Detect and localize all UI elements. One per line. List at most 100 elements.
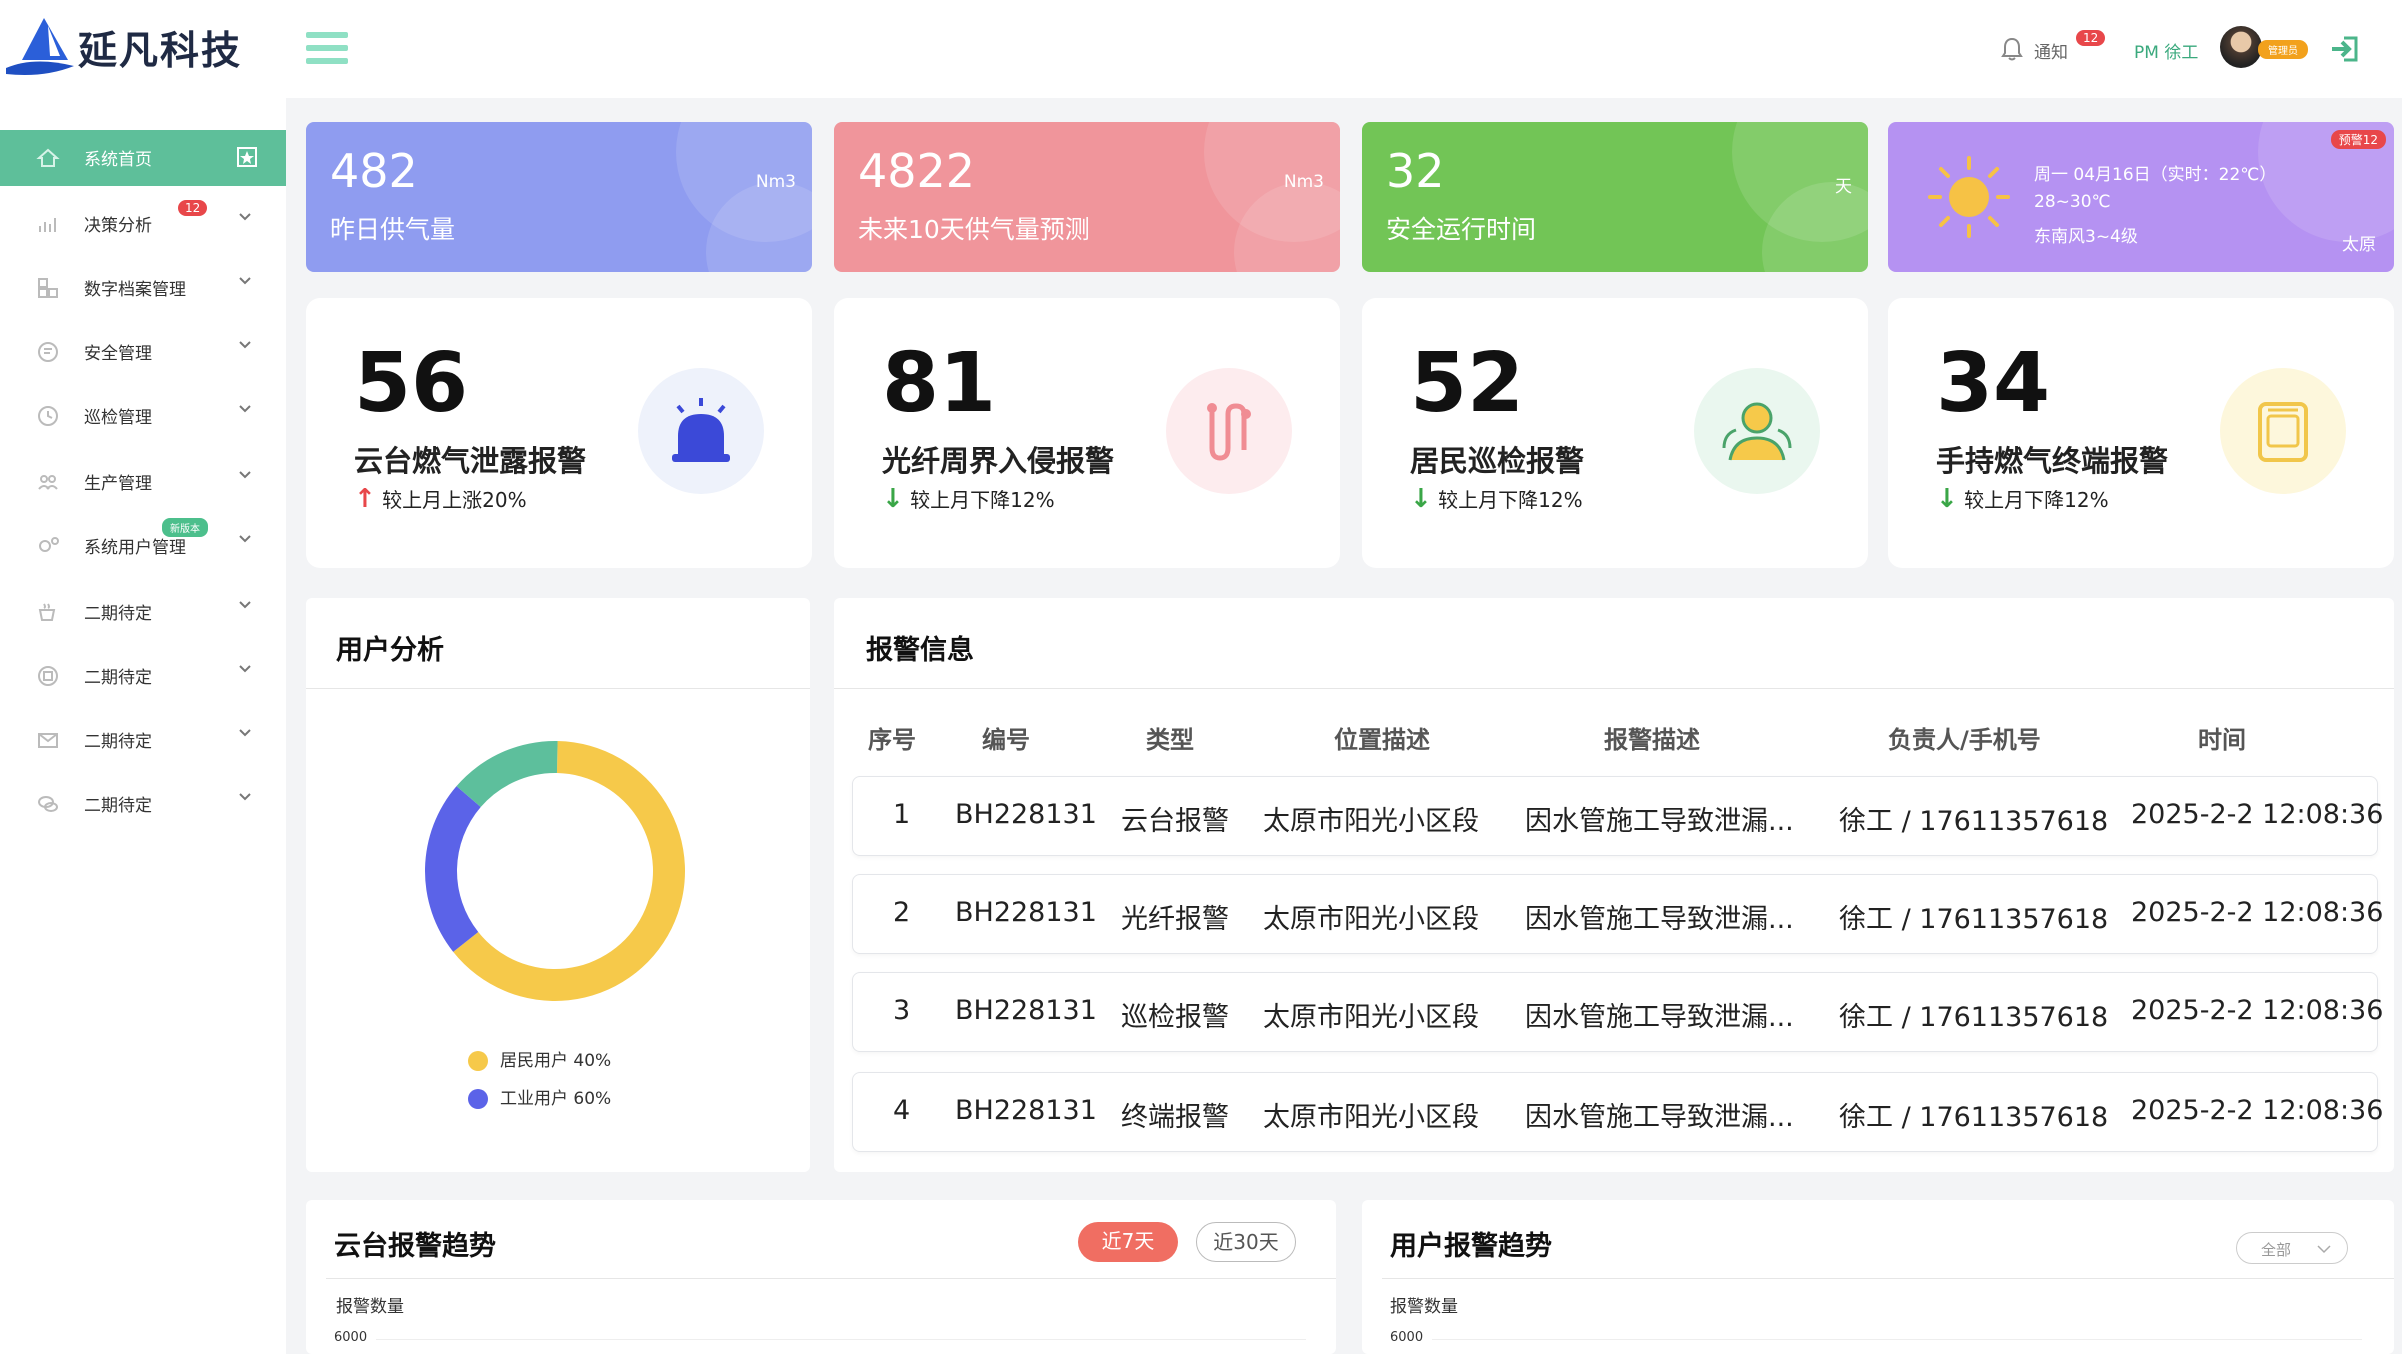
cell-location: 太原市阳光小区段 bbox=[1263, 806, 1479, 837]
stat-value: 482 bbox=[330, 144, 418, 198]
cell-code: BH228131 bbox=[955, 799, 1097, 830]
avatar[interactable] bbox=[2220, 26, 2262, 68]
logout-icon[interactable] bbox=[2330, 36, 2360, 62]
sidebar-item-decision[interactable]: 决策分析 12 bbox=[0, 196, 286, 252]
alarm-trend: ↑ 较上月上涨20% bbox=[354, 484, 527, 514]
table-row[interactable]: 2 BH228131 光纤报警 太原市阳光小区段 因水管施工导致泄漏... 徐工… bbox=[852, 874, 2383, 954]
icon-circle bbox=[1166, 368, 1292, 494]
cell-description: 因水管施工导致泄漏... bbox=[1525, 806, 1794, 837]
chart-icon bbox=[39, 218, 56, 232]
cell-time: 2025-2-2 12:08:36 bbox=[2131, 799, 2384, 830]
alarm-trend: ↓ 较上月下降12% bbox=[1410, 484, 1583, 514]
sidebar-item-label: 数字档案管理 bbox=[84, 280, 186, 300]
range-7-days-button[interactable]: 近7天 bbox=[1078, 1222, 1178, 1262]
cell-location: 太原市阳光小区段 bbox=[1263, 904, 1479, 935]
cell-type: 终端报警 bbox=[1121, 1102, 1229, 1133]
panel-title: 报警信息 bbox=[866, 635, 974, 666]
weather-temp: 28~30℃ bbox=[2034, 192, 2111, 212]
stat-unit: Nm3 bbox=[755, 172, 796, 192]
divider bbox=[326, 1278, 1336, 1279]
resident-icon bbox=[1722, 402, 1792, 461]
icon-circle bbox=[1694, 368, 1820, 494]
legend-dot bbox=[468, 1089, 488, 1109]
stat-card-safe-days[interactable]: 32 安全运行时间 天 bbox=[1362, 122, 1868, 272]
sidebar-item-label: 二期待定 bbox=[84, 796, 152, 816]
pin-icon[interactable] bbox=[236, 146, 258, 168]
notify-label[interactable]: 通知 bbox=[2034, 38, 2068, 63]
chevron-down-icon bbox=[239, 471, 251, 479]
legend-item-resident: 居民用户 40% bbox=[468, 1046, 611, 1071]
sidebar-item-phase2-c[interactable]: 二期待定 bbox=[0, 712, 286, 768]
table-row[interactable]: 4 BH228131 终端报警 太原市阳光小区段 因水管施工导致泄漏... 徐工… bbox=[852, 1072, 2383, 1152]
arrow-up-icon: ↑ bbox=[354, 484, 376, 514]
sidebar-item-label: 决策分析 bbox=[84, 216, 152, 236]
cell-index: 1 bbox=[893, 799, 911, 830]
alarm-card-terminal[interactable]: 34 手持燃气终端报警 ↓ 较上月下降12% bbox=[1888, 298, 2394, 568]
grid-line bbox=[376, 1339, 1306, 1340]
chevron-down-icon bbox=[239, 213, 251, 221]
sidebar-item-security[interactable]: 安全管理 bbox=[0, 324, 286, 380]
arrow-down-icon: ↓ bbox=[1410, 484, 1432, 514]
stat-value: 32 bbox=[1386, 144, 1445, 198]
fiber-icon bbox=[1207, 403, 1251, 461]
chevron-down-icon bbox=[239, 793, 251, 801]
arrow-down-icon: ↓ bbox=[882, 484, 904, 514]
sidebar-item-system-users[interactable]: 系统用户管理 新版本 bbox=[0, 518, 286, 574]
user-trend-panel: 用户报警趋势 全部 报警数量 6000 bbox=[1362, 1200, 2394, 1354]
cell-description: 因水管施工导致泄漏... bbox=[1525, 1102, 1794, 1133]
chevron-down-icon bbox=[239, 665, 251, 673]
stat-unit: 天 bbox=[1835, 177, 1852, 197]
brand-name: 延凡科技 bbox=[78, 29, 243, 74]
sidebar-item-inspection[interactable]: 巡检管理 bbox=[0, 388, 286, 444]
alarm-trend: ↓ 较上月下降12% bbox=[1936, 484, 2109, 514]
user-analysis-panel: 用户分析 居民用户 40% 工业用户 60% bbox=[306, 598, 810, 1172]
cell-type: 巡检报警 bbox=[1121, 1002, 1229, 1033]
cell-index: 3 bbox=[893, 995, 911, 1026]
sidebar-item-phase2-a[interactable]: 二期待定 bbox=[0, 584, 286, 640]
sidebar-item-phase2-d[interactable]: 二期待定 bbox=[0, 776, 286, 832]
archive-icon bbox=[38, 278, 58, 298]
range-30-days-button[interactable]: 近30天 bbox=[1196, 1222, 1296, 1262]
table-row[interactable]: 3 BH228131 巡检报警 太原市阳光小区段 因水管施工导致泄漏... 徐工… bbox=[852, 972, 2383, 1052]
select-value: 全部 bbox=[2261, 1241, 2292, 1259]
sidebar-item-label: 二期待定 bbox=[84, 604, 152, 624]
sun-icon bbox=[1928, 156, 2010, 238]
sidebar-item-phase2-b[interactable]: 二期待定 bbox=[0, 648, 286, 704]
sidebar-badge: 12 bbox=[178, 200, 208, 216]
table-row[interactable]: 1 BH228131 云台报警 太原市阳光小区段 因水管施工导致泄漏... 徐工… bbox=[852, 776, 2383, 856]
sidebar-item-archive[interactable]: 数字档案管理 bbox=[0, 260, 286, 316]
legend-dot bbox=[468, 1051, 488, 1071]
alarm-count: 81 bbox=[882, 336, 997, 431]
weather-card[interactable]: 周一 04月16日（实时：22℃） 28~30℃ 东南风3~4级 太原 预警12 bbox=[1888, 122, 2394, 272]
menu-toggle-icon[interactable] bbox=[306, 32, 348, 68]
stat-card-forecast[interactable]: 4822 未来10天供气量预测 Nm3 bbox=[834, 122, 1340, 272]
column-header: 负责人/手机号 bbox=[1888, 726, 2041, 754]
alarm-card-resident[interactable]: 52 居民巡检报警 ↓ 较上月下降12% bbox=[1362, 298, 1868, 568]
divider bbox=[306, 688, 810, 689]
gimbal-trend-panel: 云台报警趋势 近7天 近30天 报警数量 6000 bbox=[306, 1200, 1336, 1354]
sidebar-item-label: 安全管理 bbox=[84, 344, 152, 364]
chevron-down-icon bbox=[239, 341, 251, 349]
stat-card-yesterday-gas[interactable]: 482 昨日供气量 Nm3 bbox=[306, 122, 812, 272]
top-header: 延凡科技 通知 12 PM 徐工 管理员 bbox=[0, 0, 2402, 98]
chevron-down-icon bbox=[239, 535, 251, 543]
y-tick-label: 6000 bbox=[1390, 1330, 1424, 1345]
grid-line bbox=[1432, 1339, 2362, 1340]
cell-location: 太原市阳光小区段 bbox=[1263, 1002, 1479, 1033]
alarm-card-gimbal[interactable]: 56 云台燃气泄露报警 ↑ 较上月上涨20% bbox=[306, 298, 812, 568]
sidebar-item-home[interactable]: 系统首页 bbox=[0, 130, 286, 186]
stat-value: 4822 bbox=[858, 144, 976, 198]
sidebar-item-production[interactable]: 生产管理 bbox=[0, 454, 286, 510]
user-name[interactable]: PM 徐工 bbox=[2134, 38, 2198, 63]
filter-select[interactable]: 全部 bbox=[2236, 1232, 2348, 1264]
mail-icon bbox=[38, 733, 58, 748]
alarm-card-fiber[interactable]: 81 光纤周界入侵报警 ↓ 较上月下降12% bbox=[834, 298, 1340, 568]
weather-wind: 东南风3~4级 bbox=[2034, 227, 2138, 247]
bell-icon[interactable] bbox=[2000, 36, 2024, 62]
icon-circle bbox=[2220, 368, 2346, 494]
chevron-down-icon bbox=[239, 729, 251, 737]
siren-icon bbox=[672, 398, 730, 462]
column-header: 时间 bbox=[2198, 726, 2246, 754]
stat-label: 未来10天供气量预测 bbox=[858, 215, 1090, 244]
chat-icon bbox=[38, 796, 58, 812]
